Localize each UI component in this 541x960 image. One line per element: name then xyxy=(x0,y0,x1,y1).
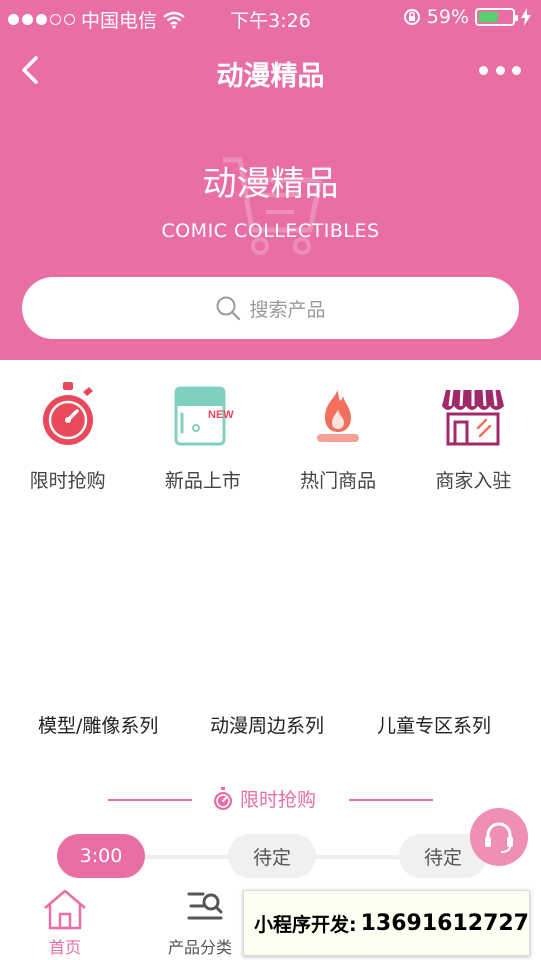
hero-subtitle: COMIC COLLECTIBLES xyxy=(161,220,380,242)
rotation-lock-icon xyxy=(403,9,420,25)
category-search-icon xyxy=(187,892,223,920)
tab-home[interactable]: 首页 xyxy=(42,888,88,958)
promo-label: 小程序开发: xyxy=(254,913,357,936)
home-icon xyxy=(44,889,86,930)
category-model-statue[interactable]: 模型/雕像系列 xyxy=(38,711,158,738)
search-bar[interactable]: 搜索产品 xyxy=(22,277,519,339)
battery-percent: 59% xyxy=(426,6,469,28)
time-slot-pending[interactable]: 待定 xyxy=(228,834,316,878)
search-placeholder: 搜索产品 xyxy=(249,298,326,321)
headset-icon xyxy=(485,822,513,853)
quick-link-label: 限时抢购 xyxy=(29,470,106,492)
quick-link-label: 热门商品 xyxy=(300,470,377,492)
quick-links: 限时抢购 NEW 新品上市 热门商品 商家入驻 xyxy=(0,380,541,500)
navigation-bar: 动漫精品 xyxy=(0,40,541,104)
header-banner: 中国电信 下午3:26 59% 动漫精品 动漫精品 COMIC COLLECTI… xyxy=(0,0,541,360)
quick-link-merchant-join[interactable]: 商家入驻 xyxy=(406,380,541,500)
time-slot-active[interactable]: 3:00 xyxy=(57,834,145,878)
page-title: 动漫精品 xyxy=(216,61,325,92)
battery-icon xyxy=(475,8,518,26)
status-bar: 中国电信 下午3:26 59% xyxy=(0,0,541,34)
customer-service-button[interactable] xyxy=(470,808,528,866)
promo-banner[interactable]: 小程序开发: 13691612727 xyxy=(243,890,530,956)
category-anime-merch[interactable]: 动漫周边系列 xyxy=(210,711,324,738)
charging-icon xyxy=(521,8,531,26)
more-menu-icon[interactable] xyxy=(479,58,521,82)
category-kids-zone[interactable]: 儿童专区系列 xyxy=(377,711,491,738)
stopwatch-icon xyxy=(42,382,93,445)
tab-label: 首页 xyxy=(48,938,81,957)
storefront-icon xyxy=(442,389,505,446)
flame-icon xyxy=(317,390,360,442)
flash-sale-timeline: 3:00 待定 待定 xyxy=(0,834,541,880)
quick-link-flash-sale[interactable]: 限时抢购 xyxy=(0,380,135,500)
new-badge-text: NEW xyxy=(208,409,234,421)
tab-product-category[interactable]: 产品分类 xyxy=(168,888,232,958)
tab-label: 产品分类 xyxy=(168,938,233,957)
status-right: 59% xyxy=(403,6,531,28)
divider-line xyxy=(349,799,433,801)
quick-link-label: 商家入驻 xyxy=(435,470,512,492)
hero-title: 动漫精品 xyxy=(202,164,339,204)
divider-line xyxy=(108,799,192,801)
quick-link-label: 新品上市 xyxy=(164,470,241,492)
quick-link-new-arrivals[interactable]: NEW 新品上市 xyxy=(135,380,270,500)
flash-sale-title: 限时抢购 xyxy=(212,785,316,812)
quick-link-hot-products[interactable]: 热门商品 xyxy=(271,380,406,500)
promo-phone: 13691612727 xyxy=(360,910,529,936)
stopwatch-small-icon xyxy=(214,786,232,810)
search-icon xyxy=(216,296,241,321)
flash-sale-heading: 限时抢购 xyxy=(0,785,541,815)
new-badge-icon: NEW xyxy=(174,386,234,446)
flash-sale-title-text: 限时抢购 xyxy=(240,789,317,811)
